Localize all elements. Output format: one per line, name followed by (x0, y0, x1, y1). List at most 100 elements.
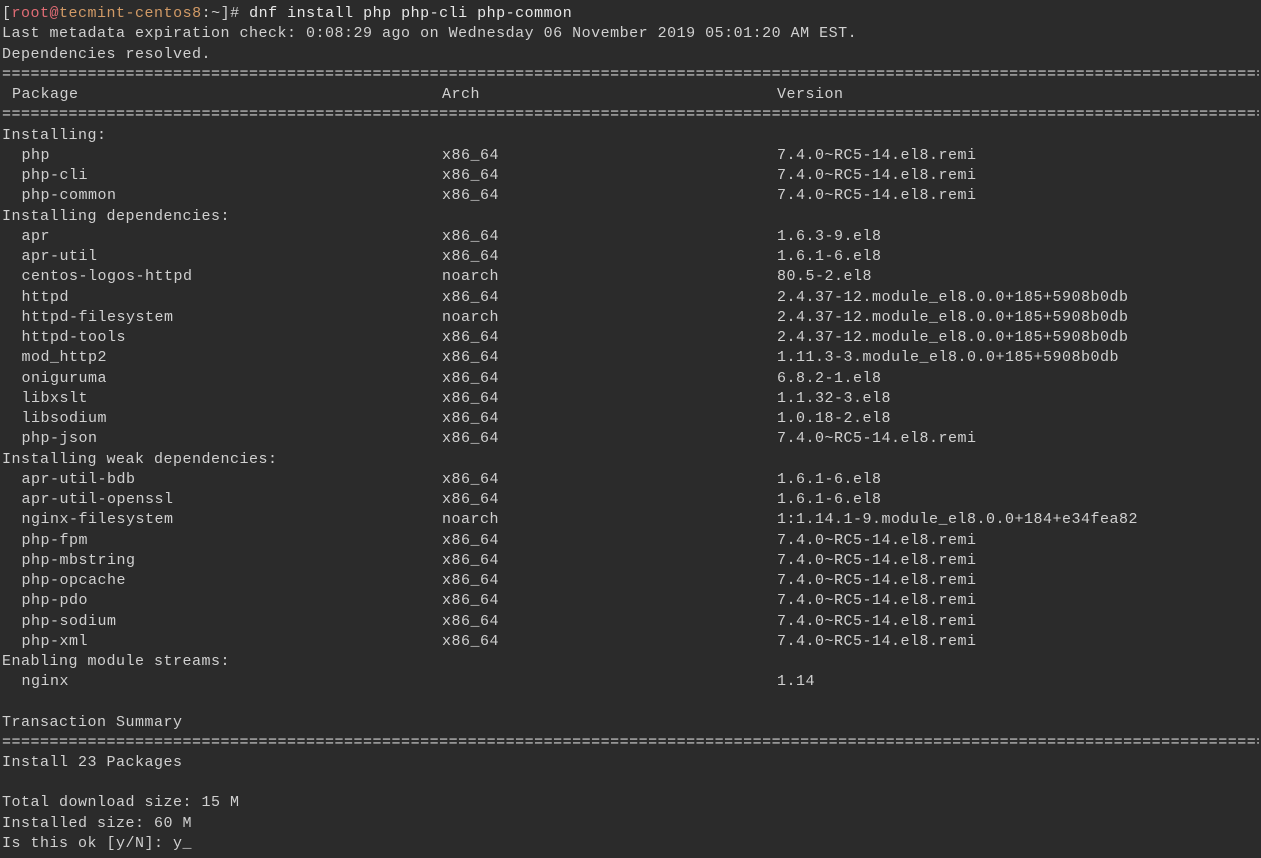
package-arch: x86_64 (442, 348, 777, 368)
package-name: php-opcache (2, 571, 442, 591)
package-version: 2.4.37-12.module_el8.0.0+185+5908b0db (777, 328, 1259, 348)
install-count: Install 23 Packages (2, 753, 1259, 773)
download-size: Total download size: 15 M (2, 793, 1259, 813)
table-row: httpd-toolsx86_642.4.37-12.module_el8.0.… (2, 328, 1259, 348)
table-row: php-opcachex86_647.4.0~RC5-14.el8.remi (2, 571, 1259, 591)
package-version: 1.14 (777, 672, 1259, 692)
table-row: aprx86_641.6.3-9.el8 (2, 227, 1259, 247)
package-name: centos-logos-httpd (2, 267, 442, 287)
package-name: libxslt (2, 389, 442, 409)
package-arch: x86_64 (442, 146, 777, 166)
header-package: Package (2, 85, 442, 105)
table-row: apr-util-opensslx86_641.6.1-6.el8 (2, 490, 1259, 510)
prompt-line: [root@tecmint-centos8:~]# dnf install ph… (2, 4, 1259, 24)
package-version: 7.4.0~RC5-14.el8.remi (777, 531, 1259, 551)
package-arch: x86_64 (442, 612, 777, 632)
package-name: apr (2, 227, 442, 247)
package-version: 7.4.0~RC5-14.el8.remi (777, 429, 1259, 449)
divider-summary: ========================================… (2, 733, 1259, 753)
prompt-hash: # (230, 5, 249, 22)
table-row: mod_http2x86_641.11.3-3.module_el8.0.0+1… (2, 348, 1259, 368)
confirm-input[interactable]: y (173, 835, 183, 852)
package-version: 1:1.14.1-9.module_el8.0.0+184+e34fea82 (777, 510, 1259, 530)
divider-header: ========================================… (2, 105, 1259, 125)
prompt-user: root (12, 5, 50, 22)
table-row: httpd-filesystemnoarch2.4.37-12.module_e… (2, 308, 1259, 328)
package-version: 7.4.0~RC5-14.el8.remi (777, 612, 1259, 632)
package-version: 2.4.37-12.module_el8.0.0+185+5908b0db (777, 288, 1259, 308)
package-arch: x86_64 (442, 369, 777, 389)
table-row: php-jsonx86_647.4.0~RC5-14.el8.remi (2, 429, 1259, 449)
package-name: httpd-tools (2, 328, 442, 348)
package-name: php-common (2, 186, 442, 206)
package-version: 7.4.0~RC5-14.el8.remi (777, 571, 1259, 591)
package-name: php (2, 146, 442, 166)
prompt-at: @ (50, 5, 60, 22)
table-row: php-clix86_647.4.0~RC5-14.el8.remi (2, 166, 1259, 186)
deps-label: Installing dependencies: (2, 207, 1259, 227)
confirm-line[interactable]: Is this ok [y/N]: y_ (2, 834, 1259, 854)
package-name: nginx-filesystem (2, 510, 442, 530)
weak-label: Installing weak dependencies: (2, 450, 1259, 470)
table-row: libxsltx86_641.1.32-3.el8 (2, 389, 1259, 409)
package-arch: x86_64 (442, 328, 777, 348)
divider-top: ========================================… (2, 65, 1259, 85)
table-row: centos-logos-httpdnoarch80.5-2.el8 (2, 267, 1259, 287)
package-version: 7.4.0~RC5-14.el8.remi (777, 166, 1259, 186)
package-arch: x86_64 (442, 166, 777, 186)
blank-line-2 (2, 773, 1259, 793)
package-version: 1.6.1-6.el8 (777, 470, 1259, 490)
package-version: 2.4.37-12.module_el8.0.0+185+5908b0db (777, 308, 1259, 328)
package-arch: x86_64 (442, 429, 777, 449)
prompt-path: ~ (211, 5, 221, 22)
package-name: httpd (2, 288, 442, 308)
package-name: httpd-filesystem (2, 308, 442, 328)
package-arch (442, 672, 777, 692)
package-arch: noarch (442, 510, 777, 530)
command-text: dnf install php php-cli php-common (249, 5, 572, 22)
table-row: php-mbstringx86_647.4.0~RC5-14.el8.remi (2, 551, 1259, 571)
package-name: php-json (2, 429, 442, 449)
package-version: 1.6.3-9.el8 (777, 227, 1259, 247)
package-version: 7.4.0~RC5-14.el8.remi (777, 551, 1259, 571)
prompt-colon: : (202, 5, 212, 22)
package-arch: x86_64 (442, 551, 777, 571)
package-arch: x86_64 (442, 531, 777, 551)
package-name: apr-util (2, 247, 442, 267)
package-name: php-cli (2, 166, 442, 186)
package-version: 1.11.3-3.module_el8.0.0+185+5908b0db (777, 348, 1259, 368)
package-name: php-xml (2, 632, 442, 652)
table-row: php-xmlx86_647.4.0~RC5-14.el8.remi (2, 632, 1259, 652)
package-arch: x86_64 (442, 571, 777, 591)
table-row: php-pdox86_647.4.0~RC5-14.el8.remi (2, 591, 1259, 611)
package-name: libsodium (2, 409, 442, 429)
package-version: 7.4.0~RC5-14.el8.remi (777, 591, 1259, 611)
table-row: onigurumax86_646.8.2-1.el8 (2, 369, 1259, 389)
package-arch: noarch (442, 308, 777, 328)
table-header: Package Arch Version (2, 85, 1259, 105)
package-name: apr-util-openssl (2, 490, 442, 510)
package-arch: x86_64 (442, 490, 777, 510)
package-name: mod_http2 (2, 348, 442, 368)
header-version: Version (777, 85, 1259, 105)
table-row: libsodiumx86_641.0.18-2.el8 (2, 409, 1259, 429)
table-row: httpdx86_642.4.37-12.module_el8.0.0+185+… (2, 288, 1259, 308)
package-name: oniguruma (2, 369, 442, 389)
package-arch: x86_64 (442, 591, 777, 611)
table-row: php-fpmx86_647.4.0~RC5-14.el8.remi (2, 531, 1259, 551)
terminal-output[interactable]: [root@tecmint-centos8:~]# dnf install ph… (2, 4, 1259, 854)
transaction-summary-label: Transaction Summary (2, 713, 1259, 733)
prompt-close-bracket: ] (221, 5, 231, 22)
package-arch: x86_64 (442, 409, 777, 429)
package-version: 7.4.0~RC5-14.el8.remi (777, 186, 1259, 206)
package-arch: x86_64 (442, 227, 777, 247)
deps-resolved-line: Dependencies resolved. (2, 45, 1259, 65)
confirm-prompt: Is this ok [y/N]: (2, 835, 173, 852)
package-version: 6.8.2-1.el8 (777, 369, 1259, 389)
package-version: 80.5-2.el8 (777, 267, 1259, 287)
meta-expiration-line: Last metadata expiration check: 0:08:29 … (2, 24, 1259, 44)
streams-label: Enabling module streams: (2, 652, 1259, 672)
package-arch: noarch (442, 267, 777, 287)
package-arch: x86_64 (442, 470, 777, 490)
package-version: 1.1.32-3.el8 (777, 389, 1259, 409)
